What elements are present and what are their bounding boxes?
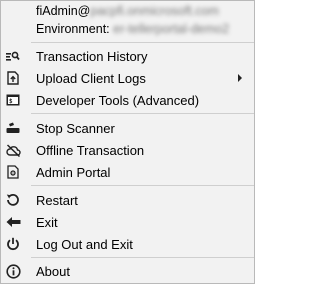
user-domain: pacpfi.onmicrosoft.com [90, 4, 219, 18]
menu-item-restart[interactable]: Restart [1, 189, 254, 211]
document-settings-icon [5, 164, 21, 180]
menu-item-logout-exit[interactable]: Log Out and Exit [1, 233, 254, 255]
menu-item-about[interactable]: About [1, 260, 254, 282]
menu-separator [31, 185, 254, 186]
menu-item-transaction-history[interactable]: Transaction History [1, 45, 254, 67]
menu-label: Admin Portal [36, 164, 111, 180]
account-header: fiAdmin@pacpfi.onmicrosoft.com Environme… [1, 1, 254, 41]
terminal-icon: $ [5, 92, 21, 108]
menu-separator [31, 42, 254, 43]
menu-label: Stop Scanner [36, 120, 115, 136]
menu-item-offline-transaction[interactable]: Offline Transaction [1, 139, 254, 161]
context-menu: fiAdmin@pacpfi.onmicrosoft.com Environme… [0, 0, 255, 284]
menu-label: Exit [36, 214, 58, 230]
cloud-off-icon [5, 142, 21, 158]
power-icon [5, 236, 21, 252]
svg-text:$: $ [9, 98, 13, 105]
menu-label: Transaction History [36, 48, 148, 64]
menu-label: Restart [36, 192, 78, 208]
menu-item-exit[interactable]: Exit [1, 211, 254, 233]
menu-label: Upload Client Logs [36, 70, 146, 86]
scanner-icon [5, 120, 21, 136]
environment-value: er-tellerportal-demo2 [113, 22, 230, 36]
menu-item-upload-client-logs[interactable]: Upload Client Logs [1, 67, 254, 89]
menu-label: About [36, 263, 70, 279]
environment-line: Environment: er-tellerportal-demo2 [36, 22, 229, 36]
menu-separator [31, 257, 254, 258]
search-list-icon [5, 48, 21, 64]
environment-label: Environment: [36, 22, 110, 36]
menu-item-stop-scanner[interactable]: Stop Scanner [1, 117, 254, 139]
menu-item-admin-portal[interactable]: Admin Portal [1, 161, 254, 183]
user-account: fiAdmin@pacpfi.onmicrosoft.com [36, 4, 219, 18]
menu-separator [31, 113, 254, 114]
menu-label: Developer Tools (Advanced) [36, 92, 200, 108]
menu-label: Log Out and Exit [36, 236, 133, 252]
submenu-arrow-icon [238, 74, 242, 82]
arrow-left-icon [5, 214, 21, 230]
menu-item-developer-tools[interactable]: $ Developer Tools (Advanced) [1, 89, 254, 111]
menu-label: Offline Transaction [36, 142, 145, 158]
info-icon [5, 263, 21, 279]
upload-document-icon [5, 70, 21, 86]
user-prefix: fiAdmin@ [36, 4, 91, 18]
restart-icon [5, 192, 21, 208]
